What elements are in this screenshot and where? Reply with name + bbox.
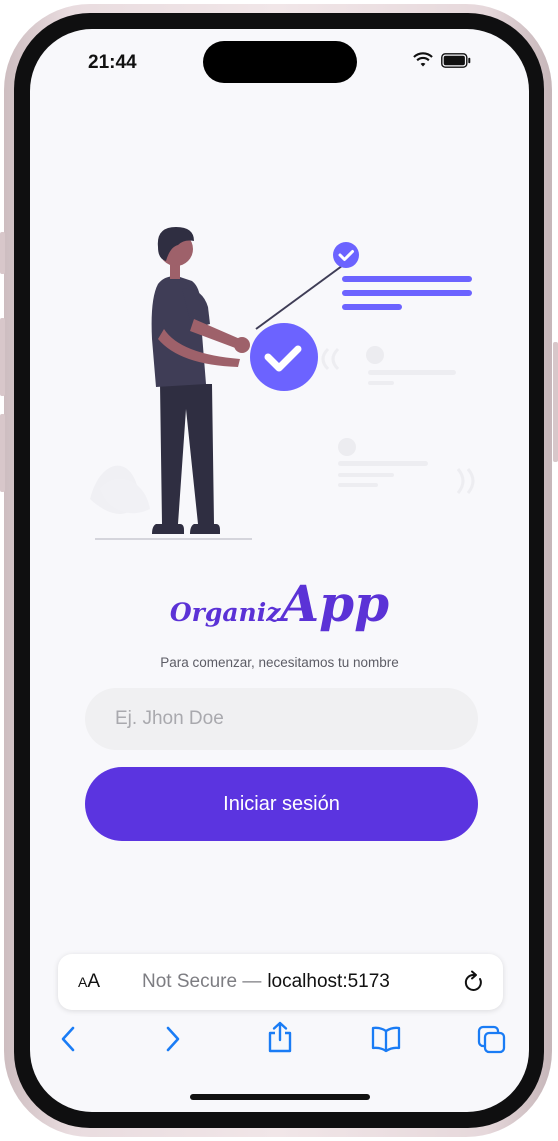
- faint-list-item: [338, 438, 475, 494]
- bookmarks-icon[interactable]: [370, 1024, 402, 1054]
- login-button[interactable]: Iniciar sesión: [85, 767, 478, 841]
- status-bar: 21:44: [30, 29, 529, 93]
- phone-screen: 21:44 OrganizApp Para comenzar, necesita…: [30, 29, 529, 1112]
- security-label: Not Secure —: [142, 971, 262, 992]
- power-button: [553, 342, 558, 462]
- url-display[interactable]: Not Secure — localhost:5173: [142, 971, 390, 993]
- person-figure: [151, 227, 250, 534]
- share-icon[interactable]: [266, 1020, 294, 1054]
- tabs-icon[interactable]: [476, 1024, 508, 1054]
- browser-toolbar: [30, 1021, 529, 1064]
- status-time: 21:44: [88, 52, 137, 73]
- address-bar[interactable]: AA Not Secure — localhost:5173: [58, 954, 503, 1010]
- status-icons: [413, 52, 471, 68]
- battery-icon: [441, 52, 471, 68]
- small-check-icon: [333, 242, 359, 268]
- illustration: [90, 227, 475, 540]
- volume-up-button: [0, 318, 5, 396]
- silent-switch: [0, 232, 5, 274]
- name-input[interactable]: [85, 688, 478, 750]
- faint-list-item: [321, 346, 456, 385]
- text-size-button[interactable]: AA: [78, 971, 100, 993]
- volume-down-button: [0, 414, 5, 492]
- leaf-icon: [90, 465, 150, 514]
- forward-icon[interactable]: [163, 1024, 183, 1054]
- wifi-icon: [413, 52, 433, 67]
- dynamic-island: [203, 41, 357, 83]
- subtitle: Para comenzar, necesitamos tu nombre: [160, 655, 399, 670]
- logo-suffix: App: [280, 574, 390, 633]
- back-icon[interactable]: [58, 1024, 78, 1054]
- home-indicator[interactable]: [190, 1094, 370, 1100]
- reload-icon[interactable]: [463, 970, 485, 994]
- logo-prefix: Organiz: [169, 598, 281, 627]
- app-logo: OrganizApp: [30, 574, 529, 644]
- big-check-icon: [250, 323, 318, 391]
- url-host: localhost:5173: [267, 971, 390, 992]
